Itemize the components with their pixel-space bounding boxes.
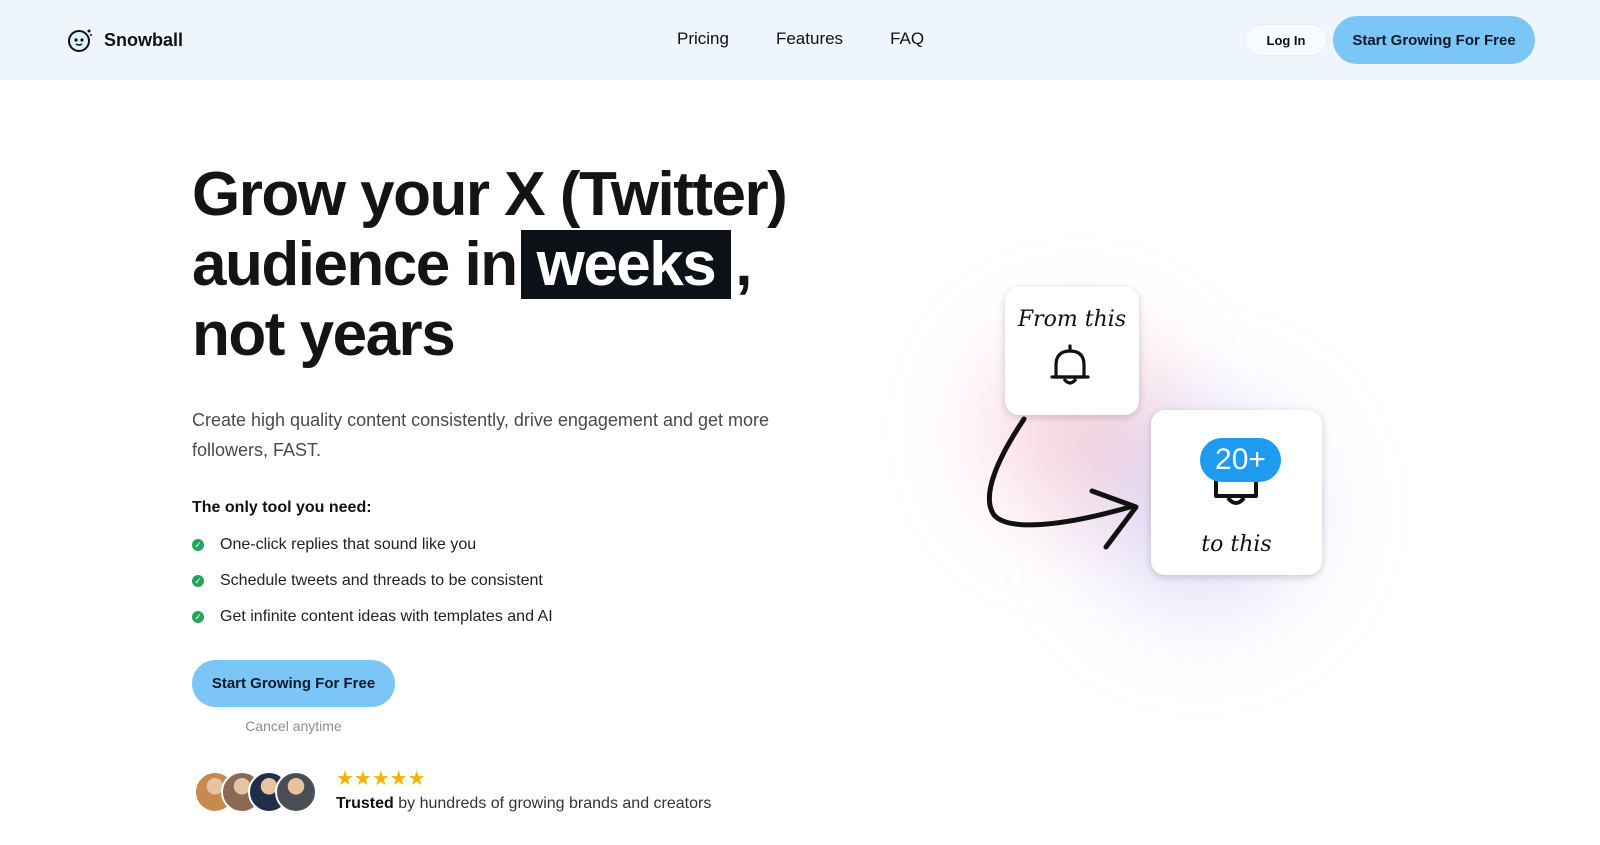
- hero-title: Grow your X (Twitter) audience in weeks, …: [192, 160, 852, 370]
- from-label: From this: [1017, 307, 1127, 332]
- brand-name: Snowball: [104, 29, 184, 50]
- nav-link-pricing[interactable]: Pricing: [677, 29, 729, 49]
- brand[interactable]: Snowball: [66, 26, 183, 54]
- feature-text: Schedule tweets and threads to be consis…: [220, 572, 543, 589]
- to-label: to this: [1201, 532, 1272, 557]
- trusted-text: Trusted by hundreds of growing brands an…: [336, 795, 711, 813]
- trusted-rest: by hundreds of growing brands and creato…: [398, 795, 712, 812]
- avatar: [275, 771, 317, 813]
- hero-title-highlight: weeks: [520, 230, 732, 299]
- feature-text: Get infinite content ideas with template…: [220, 608, 553, 625]
- feature-item: ✓ Schedule tweets and threads to be cons…: [192, 563, 553, 599]
- avatar-group: [194, 771, 324, 815]
- nav-links: Pricing Features FAQ: [677, 29, 924, 49]
- login-button[interactable]: Log In: [1245, 24, 1327, 56]
- check-icon: ✓: [192, 539, 204, 551]
- from-card: From this: [1005, 287, 1139, 415]
- nav-cta-button[interactable]: Start Growing For Free: [1333, 16, 1535, 64]
- rating-stars: ★★★★★: [336, 768, 426, 790]
- nav-link-features[interactable]: Features: [776, 29, 843, 49]
- feature-item: ✓ One-click replies that sound like you: [192, 527, 553, 563]
- trusted-bold: Trusted: [336, 795, 394, 812]
- feature-list: ✓ One-click replies that sound like you …: [192, 527, 553, 635]
- to-card: 20+ to this: [1151, 410, 1322, 575]
- arrow-icon: [987, 416, 1139, 550]
- notification-badge: 20+: [1200, 438, 1281, 482]
- hero-title-line3: not years: [192, 300, 456, 369]
- hero-illustration: From this 20+ to this: [900, 240, 1400, 700]
- top-nav: Snowball Pricing Features FAQ Log In Sta…: [0, 0, 1600, 80]
- feature-text: One-click replies that sound like you: [220, 536, 477, 553]
- bell-icon: [1050, 344, 1090, 385]
- feature-item: ✓ Get infinite content ideas with templa…: [192, 599, 553, 635]
- cancel-anytime-note: Cancel anytime: [245, 718, 342, 734]
- check-icon: ✓: [192, 575, 204, 587]
- hero-subtitle: Create high quality content consistently…: [192, 410, 770, 460]
- nav-link-faq[interactable]: FAQ: [890, 29, 924, 49]
- check-icon: ✓: [192, 611, 204, 623]
- hero-title-line1: Grow your X (Twitter): [192, 160, 788, 229]
- hero-title-line2: audience in: [192, 230, 518, 299]
- hero-cta-button[interactable]: Start Growing For Free: [192, 660, 395, 707]
- tools-heading: The only tool you need:: [192, 499, 372, 516]
- hero-title-comma: ,: [735, 230, 752, 299]
- snowball-logo-icon: [68, 29, 92, 52]
